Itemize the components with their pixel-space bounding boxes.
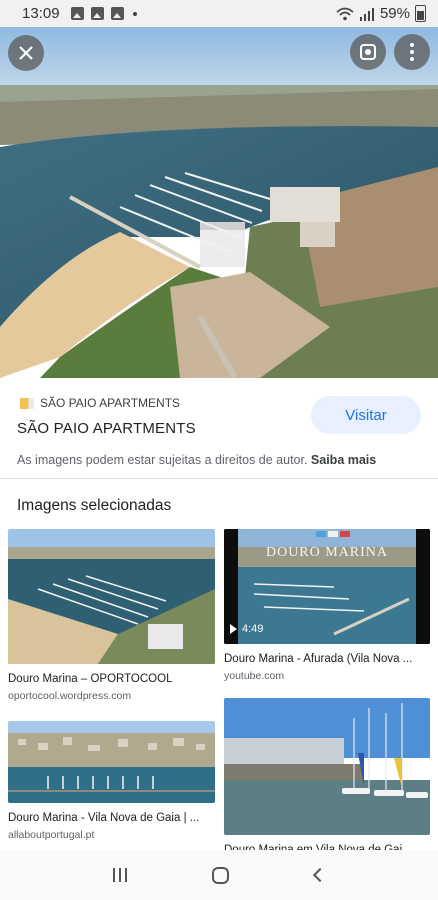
dot-icon [132,11,137,16]
gallery-icon [110,7,124,20]
status-bar: 13:09 59% [0,0,438,27]
divider [0,478,438,479]
related-domain: oportocool.wordpress.com [8,690,132,702]
lens-icon [360,44,376,60]
recents-button[interactable] [112,868,127,882]
related-video-card[interactable]: DOURO MARINA 4:49 Douro Marina - Afurada… [224,529,430,682]
wifi-icon [336,7,354,20]
gallery-icon [90,7,104,20]
more-options-button[interactable] [394,34,430,70]
close-button[interactable] [8,35,44,71]
back-button[interactable] [313,867,328,883]
copyright-text: As imagens podem estar sujeitas a direit… [17,453,308,467]
marina-photo [224,698,430,835]
copyright-notice: As imagens podem estar sujeitas a direit… [17,453,376,467]
related-domain: allaboutportugal.pt [8,829,95,841]
battery-percent: 59% [379,5,410,22]
more-vert-icon [410,43,414,61]
play-icon [230,624,237,634]
related-title: Douro Marina - Afurada (Vila Nova ... [224,653,413,665]
site-favicon-icon [20,397,34,409]
related-title: Douro Marina - Vila Nova de Gaia | ... [8,812,200,824]
video-duration-label: 4:49 [242,623,264,635]
signal-icon [359,7,374,21]
related-image-card[interactable]: Douro Marina em Vila Nova de Gai... [224,698,430,856]
related-image-card[interactable]: Douro Marina – OPORTOCOOL oportocool.wor… [8,529,215,702]
source-panel: SÃO PAIO APARTMENTS SÃO PAIO APARTMENTS … [0,378,438,478]
site-row[interactable]: SÃO PAIO APARTMENTS [20,396,180,410]
marina-photo [8,529,215,664]
site-name: SÃO PAIO APARTMENTS [40,396,181,410]
related-domain: youtube.com [224,670,285,682]
status-left: 13:09 [22,5,137,22]
home-button[interactable] [212,866,230,884]
hero-photo [0,27,438,378]
system-nav-bar [0,850,438,900]
related-thumbnail[interactable] [224,698,430,835]
lens-button[interactable] [350,34,386,70]
related-thumbnail[interactable] [8,529,215,664]
status-right: 59% [336,5,426,22]
page-title[interactable]: SÃO PAIO APARTMENTS [17,420,196,437]
learn-more-link[interactable]: Saiba mais [311,453,376,467]
battery-icon [415,5,426,22]
section-heading: Imagens selecionadas [17,497,172,514]
image-icon [70,7,84,20]
related-thumbnail[interactable]: DOURO MARINA 4:49 [224,529,430,644]
video-overlay-text: DOURO MARINA [265,545,389,560]
hero-image[interactable] [0,27,438,378]
related-title: Douro Marina – OPORTOCOOL [8,673,173,685]
status-time: 13:09 [22,5,60,22]
related-thumbnail[interactable] [8,721,215,803]
visit-button[interactable]: Visitar [311,396,421,434]
marina-photo [8,721,215,803]
video-duration: 4:49 [230,623,263,635]
related-image-card[interactable]: Douro Marina - Vila Nova de Gaia | ... a… [8,721,215,841]
close-icon [19,46,33,60]
